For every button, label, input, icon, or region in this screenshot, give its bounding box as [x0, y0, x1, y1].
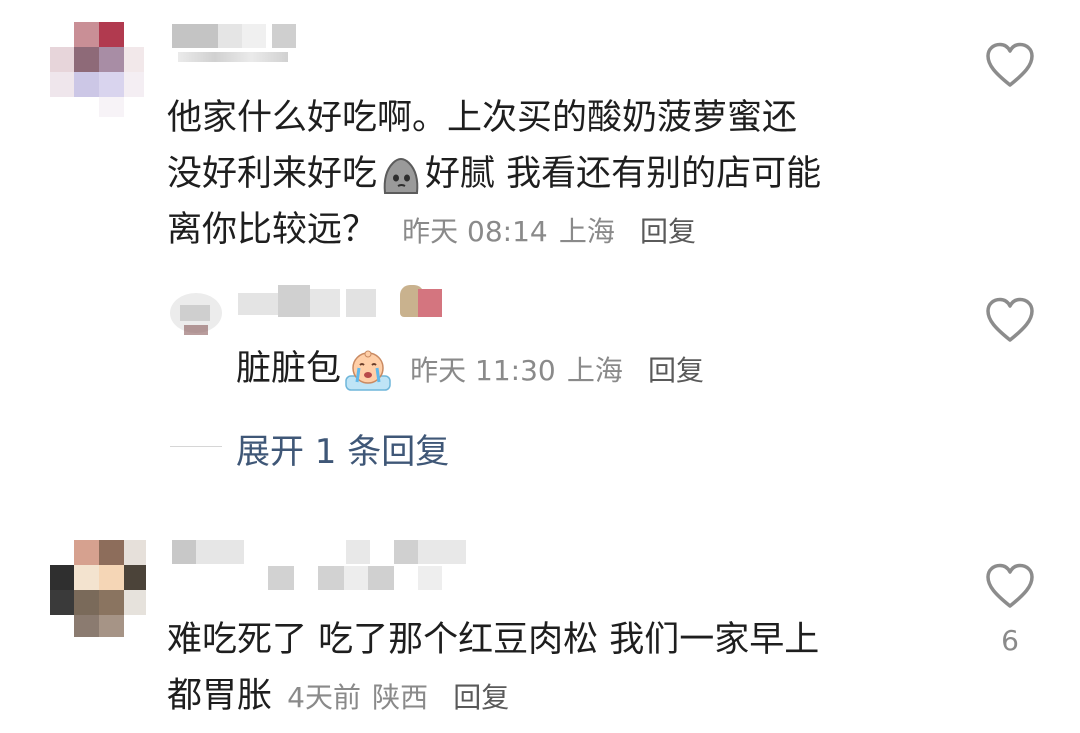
- reply-button[interactable]: 回复: [648, 354, 704, 387]
- like-button[interactable]: [985, 563, 1035, 609]
- comment-segment: 都胃胀: [167, 676, 273, 716]
- comment-segment: 好腻 我看还有别的店可能: [425, 154, 822, 194]
- comment-time: 昨天 08:14: [402, 215, 548, 248]
- like-button[interactable]: [985, 297, 1035, 343]
- comment-time: 4天前: [287, 681, 361, 714]
- crying-baby-emoji-icon: [343, 348, 391, 392]
- like-count: 6: [1001, 624, 1019, 657]
- reply-avatar[interactable]: [170, 285, 222, 341]
- pensive-blob-emoji-icon: [379, 153, 423, 197]
- expand-replies-button[interactable]: 展开 1 条回复: [236, 424, 449, 473]
- comment-line: 难吃死了 吃了那个红豆肉松 我们一家早上: [167, 620, 820, 660]
- reply-button[interactable]: 回复: [453, 681, 509, 714]
- heart-icon: [986, 42, 1034, 87]
- comment-location: 陕西: [372, 681, 429, 714]
- reply-time: 昨天 11:30: [410, 354, 556, 387]
- comment-text: 他家什么好吃啊。上次买的酸奶菠萝蜜还 没好利来好吃 好腻 我看还有别的店可能 离…: [167, 90, 821, 260]
- heart-icon: [986, 297, 1034, 342]
- reply-text: 脏脏包 昨天 11:30 上海 回复: [236, 341, 704, 399]
- comment-line: 都胃胀 4天前 陕西 回复: [167, 668, 819, 726]
- reply-username[interactable]: [238, 285, 448, 321]
- comment-location: 上海: [558, 215, 615, 248]
- reply-button[interactable]: 回复: [640, 215, 696, 248]
- comment-segment: 没好利来好吃: [167, 154, 378, 194]
- comment-line: 没好利来好吃 好腻 我看还有别的店可能: [167, 146, 821, 202]
- reply-content: 脏脏包: [236, 349, 342, 389]
- reply-location: 上海: [566, 354, 623, 387]
- comment-text: 难吃死了 吃了那个红豆肉松 我们一家早上 都胃胀 4天前 陕西 回复: [167, 612, 819, 726]
- username[interactable]: [172, 540, 472, 592]
- avatar[interactable]: [50, 540, 150, 640]
- like-button[interactable]: [985, 42, 1035, 88]
- expand-replies-divider: [170, 446, 222, 447]
- avatar[interactable]: [50, 22, 150, 122]
- comment-line: 他家什么好吃啊。上次买的酸奶菠萝蜜还: [167, 98, 798, 138]
- comment-segment: 离你比较远？: [167, 210, 378, 250]
- username[interactable]: [172, 24, 302, 68]
- comment-line: 离你比较远？ 昨天 08:14 上海 回复: [167, 202, 821, 260]
- heart-icon: [986, 563, 1034, 608]
